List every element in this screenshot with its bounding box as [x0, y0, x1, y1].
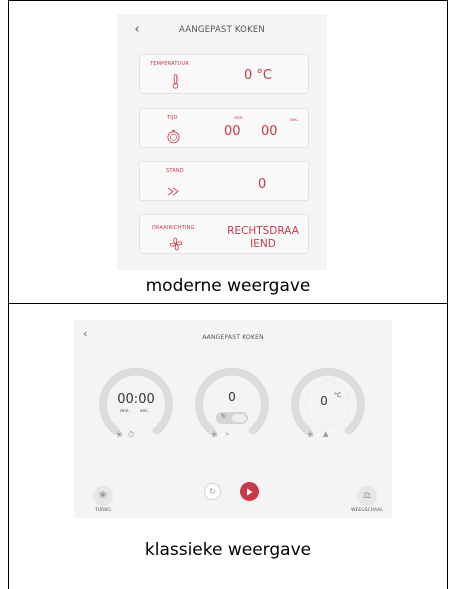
rotation-fan-icon — [169, 237, 183, 254]
speed-card[interactable]: STAND 0 — [139, 161, 309, 201]
timer-icon: ⏱ — [128, 430, 135, 439]
time-dial-min-unit: min. — [120, 409, 130, 414]
temperature-dial-unit: °C — [334, 392, 342, 399]
modern-caption: moderne weergave — [145, 276, 311, 296]
time-min-unit: min. — [234, 116, 244, 121]
time-sec-unit: sec. — [290, 118, 300, 123]
page-title: AANGEPAST KOKEN — [202, 334, 264, 341]
rotation-toggle[interactable]: ↻ — [216, 412, 248, 424]
time-dial-sec-unit: sec. — [140, 409, 150, 414]
fan-icon: ❀ — [116, 430, 123, 439]
speed-icon: » — [225, 430, 230, 438]
page-title: AANGEPAST KOKEN — [179, 25, 265, 35]
turbo-button[interactable]: ❀ — [93, 486, 113, 506]
time-dial-value: 00:00 — [117, 392, 155, 407]
fan-icon: ❀ — [307, 430, 314, 439]
modern-view-screen: ‹ AANGEPAST KOKEN TEMPERATUUR 0 °C TIJD … — [117, 14, 327, 270]
temperature-value: 0 °C — [244, 68, 272, 83]
fan-icon: ❀ — [98, 490, 108, 501]
toggle-knob — [232, 414, 246, 422]
modern-header: ‹ AANGEPAST KOKEN — [117, 14, 327, 48]
rotation-direction-label: DRAAIRICHTING — [152, 225, 195, 231]
thermometer-icon: ▲ — [323, 430, 329, 438]
time-label: TIJD — [167, 115, 178, 121]
refresh-icon: ↻ — [209, 486, 216, 496]
turbo-label: TURBO — [95, 508, 111, 513]
play-button[interactable] — [240, 482, 259, 501]
scale-button[interactable]: ⚖ — [357, 486, 377, 506]
play-icon — [240, 482, 259, 501]
rotation-direction-value-line1: RECHTSDRAA — [227, 225, 299, 237]
speed-label: STAND — [166, 168, 184, 174]
time-dial[interactable]: 00:00 min. sec. ❀ ⏱ — [94, 362, 178, 446]
speed-icon — [167, 186, 181, 199]
section-divider — [8, 303, 448, 304]
scale-icon: ⚖ — [362, 490, 372, 501]
rotation-direction-value-line2: IEND — [250, 238, 276, 250]
time-card[interactable]: TIJD 00 min. 00 sec. — [139, 108, 309, 148]
timer-icon — [166, 129, 181, 147]
time-seconds: 00 — [261, 124, 278, 139]
classic-caption: klassieke weergave — [144, 540, 312, 560]
temperature-card[interactable]: TEMPERATUUR 0 °C — [139, 54, 309, 94]
rotation-direction-icon: ↻ — [221, 413, 227, 420]
speed-value: 0 — [258, 177, 267, 192]
classic-view-screen: ‹ AANGEPAST KOKEN 00:00 min. sec. ❀ ⏱ 0 … — [74, 320, 392, 518]
rotation-direction-card[interactable]: DRAAIRICHTING RECHTSDRAA IEND — [139, 214, 309, 254]
speed-dial[interactable]: 0 ↻ ❀ » — [190, 362, 274, 446]
fan-icon: ❀ — [211, 430, 218, 439]
temperature-dial-value: 0 — [320, 394, 328, 408]
time-minutes: 00 — [224, 124, 241, 139]
temperature-dial[interactable]: 0 °C ❀ ▲ — [286, 362, 370, 446]
temperature-label: TEMPERATUUR — [150, 61, 190, 67]
scale-label: WEEGSCHAAL — [351, 508, 383, 513]
speed-dial-value: 0 — [228, 390, 236, 404]
thermometer-icon — [172, 74, 179, 92]
reset-button[interactable]: ↻ — [204, 483, 221, 500]
